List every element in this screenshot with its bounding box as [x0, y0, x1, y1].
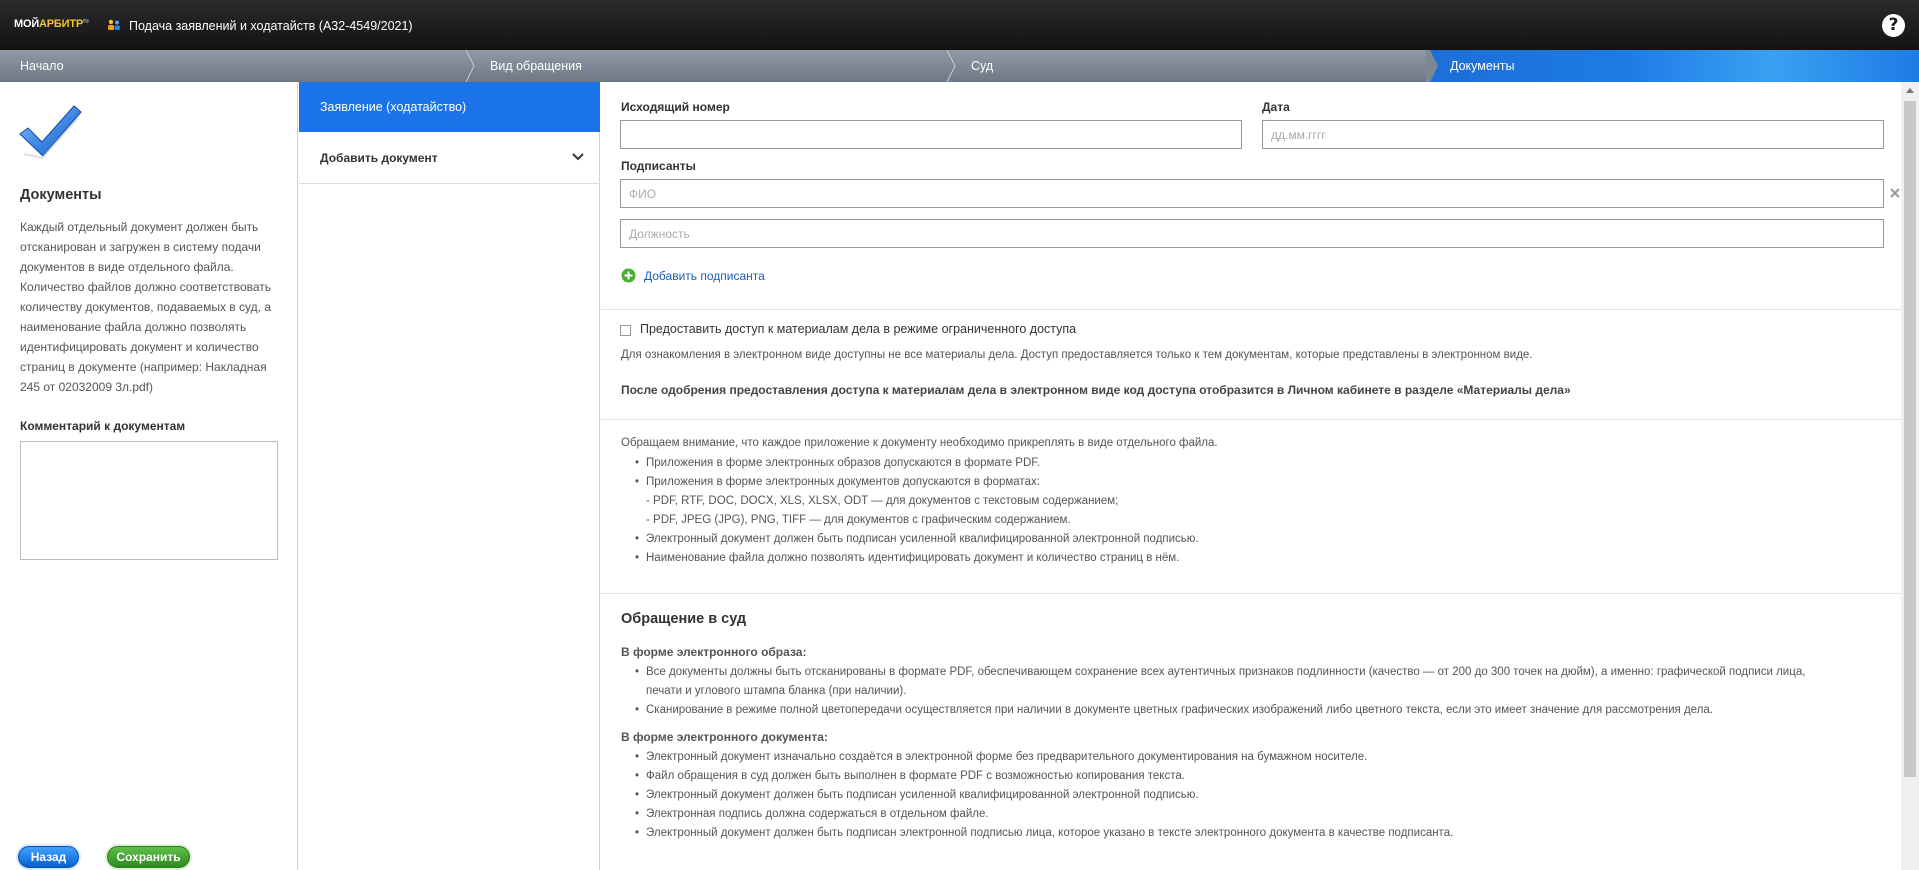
list-item: • Сканирование в режиме полной цветоперед… [635, 704, 1713, 716]
sidebar-description: Каждый отдельный документ должен быть от… [20, 220, 272, 394]
help-button[interactable]: ? [1882, 14, 1905, 37]
access-note: После одобрения предоставления доступа к… [621, 383, 1571, 397]
remove-signer-icon[interactable] [1890, 188, 1900, 198]
divider [601, 593, 1901, 594]
step-start-label: Начало [20, 59, 64, 73]
attachments-intro: Обращаем внимание, что каждое приложение… [621, 437, 1218, 449]
step-court-label: Суд [971, 59, 994, 73]
left-sidebar: Документы Каждый отдельный документ долж… [0, 82, 298, 870]
date-label: Дата [1262, 100, 1290, 114]
list-item: • Электронный документ изначально создаёт… [635, 751, 1368, 763]
wizard-steps: Начало Вид обращения Суд Документы [0, 50, 1919, 82]
step-request-type[interactable]: Вид обращения [476, 50, 946, 82]
list-item: • Наименование файла должно позволять иде… [635, 552, 1180, 564]
step-request-type-label: Вид обращения [490, 59, 582, 73]
add-document-label: Добавить документ [320, 151, 438, 165]
signers-label: Подписанты [621, 159, 696, 173]
list-item: • Электронная подпись должна содержаться … [635, 808, 989, 820]
save-button[interactable]: Сохранить [107, 846, 190, 868]
outgoing-number-label: Исходящий номер [621, 100, 730, 114]
access-info: Для ознакомления в электронном виде дост… [621, 349, 1533, 361]
add-document-dropdown[interactable]: Добавить документ [299, 132, 600, 184]
logo-accent: АРБИТР [39, 18, 83, 30]
image-form-heading: В форме электронного образа: [621, 645, 807, 659]
comment-label: Комментарий к документам [20, 419, 186, 433]
list-item: • Электронный документ должен быть подпис… [635, 789, 1199, 801]
document-form-heading: В форме электронного документа: [621, 730, 828, 744]
logo[interactable]: МОЙАРБИТРru [14, 18, 89, 30]
back-button[interactable]: Назад [18, 846, 79, 868]
image-form-list: • Все документы должны быть отсканированы… [621, 663, 1891, 720]
date-input[interactable] [1262, 120, 1884, 149]
step-start[interactable]: Начало [0, 50, 470, 82]
checkmark-icon [19, 105, 82, 160]
step-documents-label: Документы [1450, 59, 1515, 73]
outgoing-number-input[interactable] [620, 120, 1242, 149]
add-signer-link[interactable]: Добавить подписанта [644, 269, 765, 283]
document-nav: Заявление (ходатайство) Добавить докумен… [299, 82, 600, 870]
signer-position-input[interactable] [620, 219, 1884, 248]
top-header: МОЙАРБИТРru Подача заявлений и ходатайст… [0, 0, 1919, 50]
comment-textarea[interactable] [20, 441, 278, 560]
attachments-list: • Приложения в форме электронных образов … [621, 454, 1199, 568]
list-item: • Приложения в форме электронных образов … [635, 457, 1041, 469]
appeal-heading: Обращение в суд [621, 611, 747, 627]
sidebar-heading: Документы [20, 187, 102, 203]
list-item: - PDF, JPEG (JPG), PNG, TIFF — для докум… [646, 514, 1071, 526]
list-item: • Файл обращения в суд должен быть выполн… [635, 770, 1185, 782]
scroll-up-arrow-icon[interactable] [1906, 88, 1914, 93]
step-separator [1426, 50, 1438, 82]
chevron-down-icon [572, 153, 584, 161]
list-item: • Электронный документ должен быть подпис… [635, 827, 1454, 839]
step-separator [946, 50, 956, 82]
restricted-access-checkbox[interactable] [620, 325, 631, 336]
main-content: Исходящий номер Дата Подписанты Добавить… [601, 82, 1901, 870]
page-title: Подача заявлений и ходатайств (А32-4549/… [129, 19, 413, 33]
scrollbar[interactable] [1901, 82, 1919, 870]
divider [601, 419, 1901, 420]
people-icon [108, 19, 120, 30]
restricted-access-label: Предоставить доступ к материалам дела в … [640, 322, 1077, 336]
signer-fio-input[interactable] [620, 179, 1884, 208]
step-documents[interactable]: Документы [1430, 50, 1919, 82]
step-separator [465, 50, 475, 82]
divider [601, 309, 1901, 310]
list-item: • Все документы должны быть отсканированы… [635, 666, 1806, 678]
list-item: • Электронный документ должен быть подпис… [635, 533, 1199, 545]
list-item: - PDF, RTF, DOC, DOCX, XLS, XLSX, ODT — … [646, 495, 1119, 507]
logo-main: МОЙ [14, 18, 40, 30]
nav-item-application[interactable]: Заявление (ходатайство) [299, 82, 600, 132]
list-item: • Приложения в форме электронных документ… [635, 476, 1040, 488]
scrollbar-thumb[interactable] [1904, 101, 1916, 777]
document-form-list: • Электронный документ изначально создаёт… [621, 748, 1453, 843]
step-court[interactable]: Суд [957, 50, 1427, 82]
list-item: печати и углового штампа бланка (при нал… [646, 685, 907, 697]
add-icon[interactable] [621, 268, 636, 283]
logo-suffix: ru [82, 18, 89, 25]
